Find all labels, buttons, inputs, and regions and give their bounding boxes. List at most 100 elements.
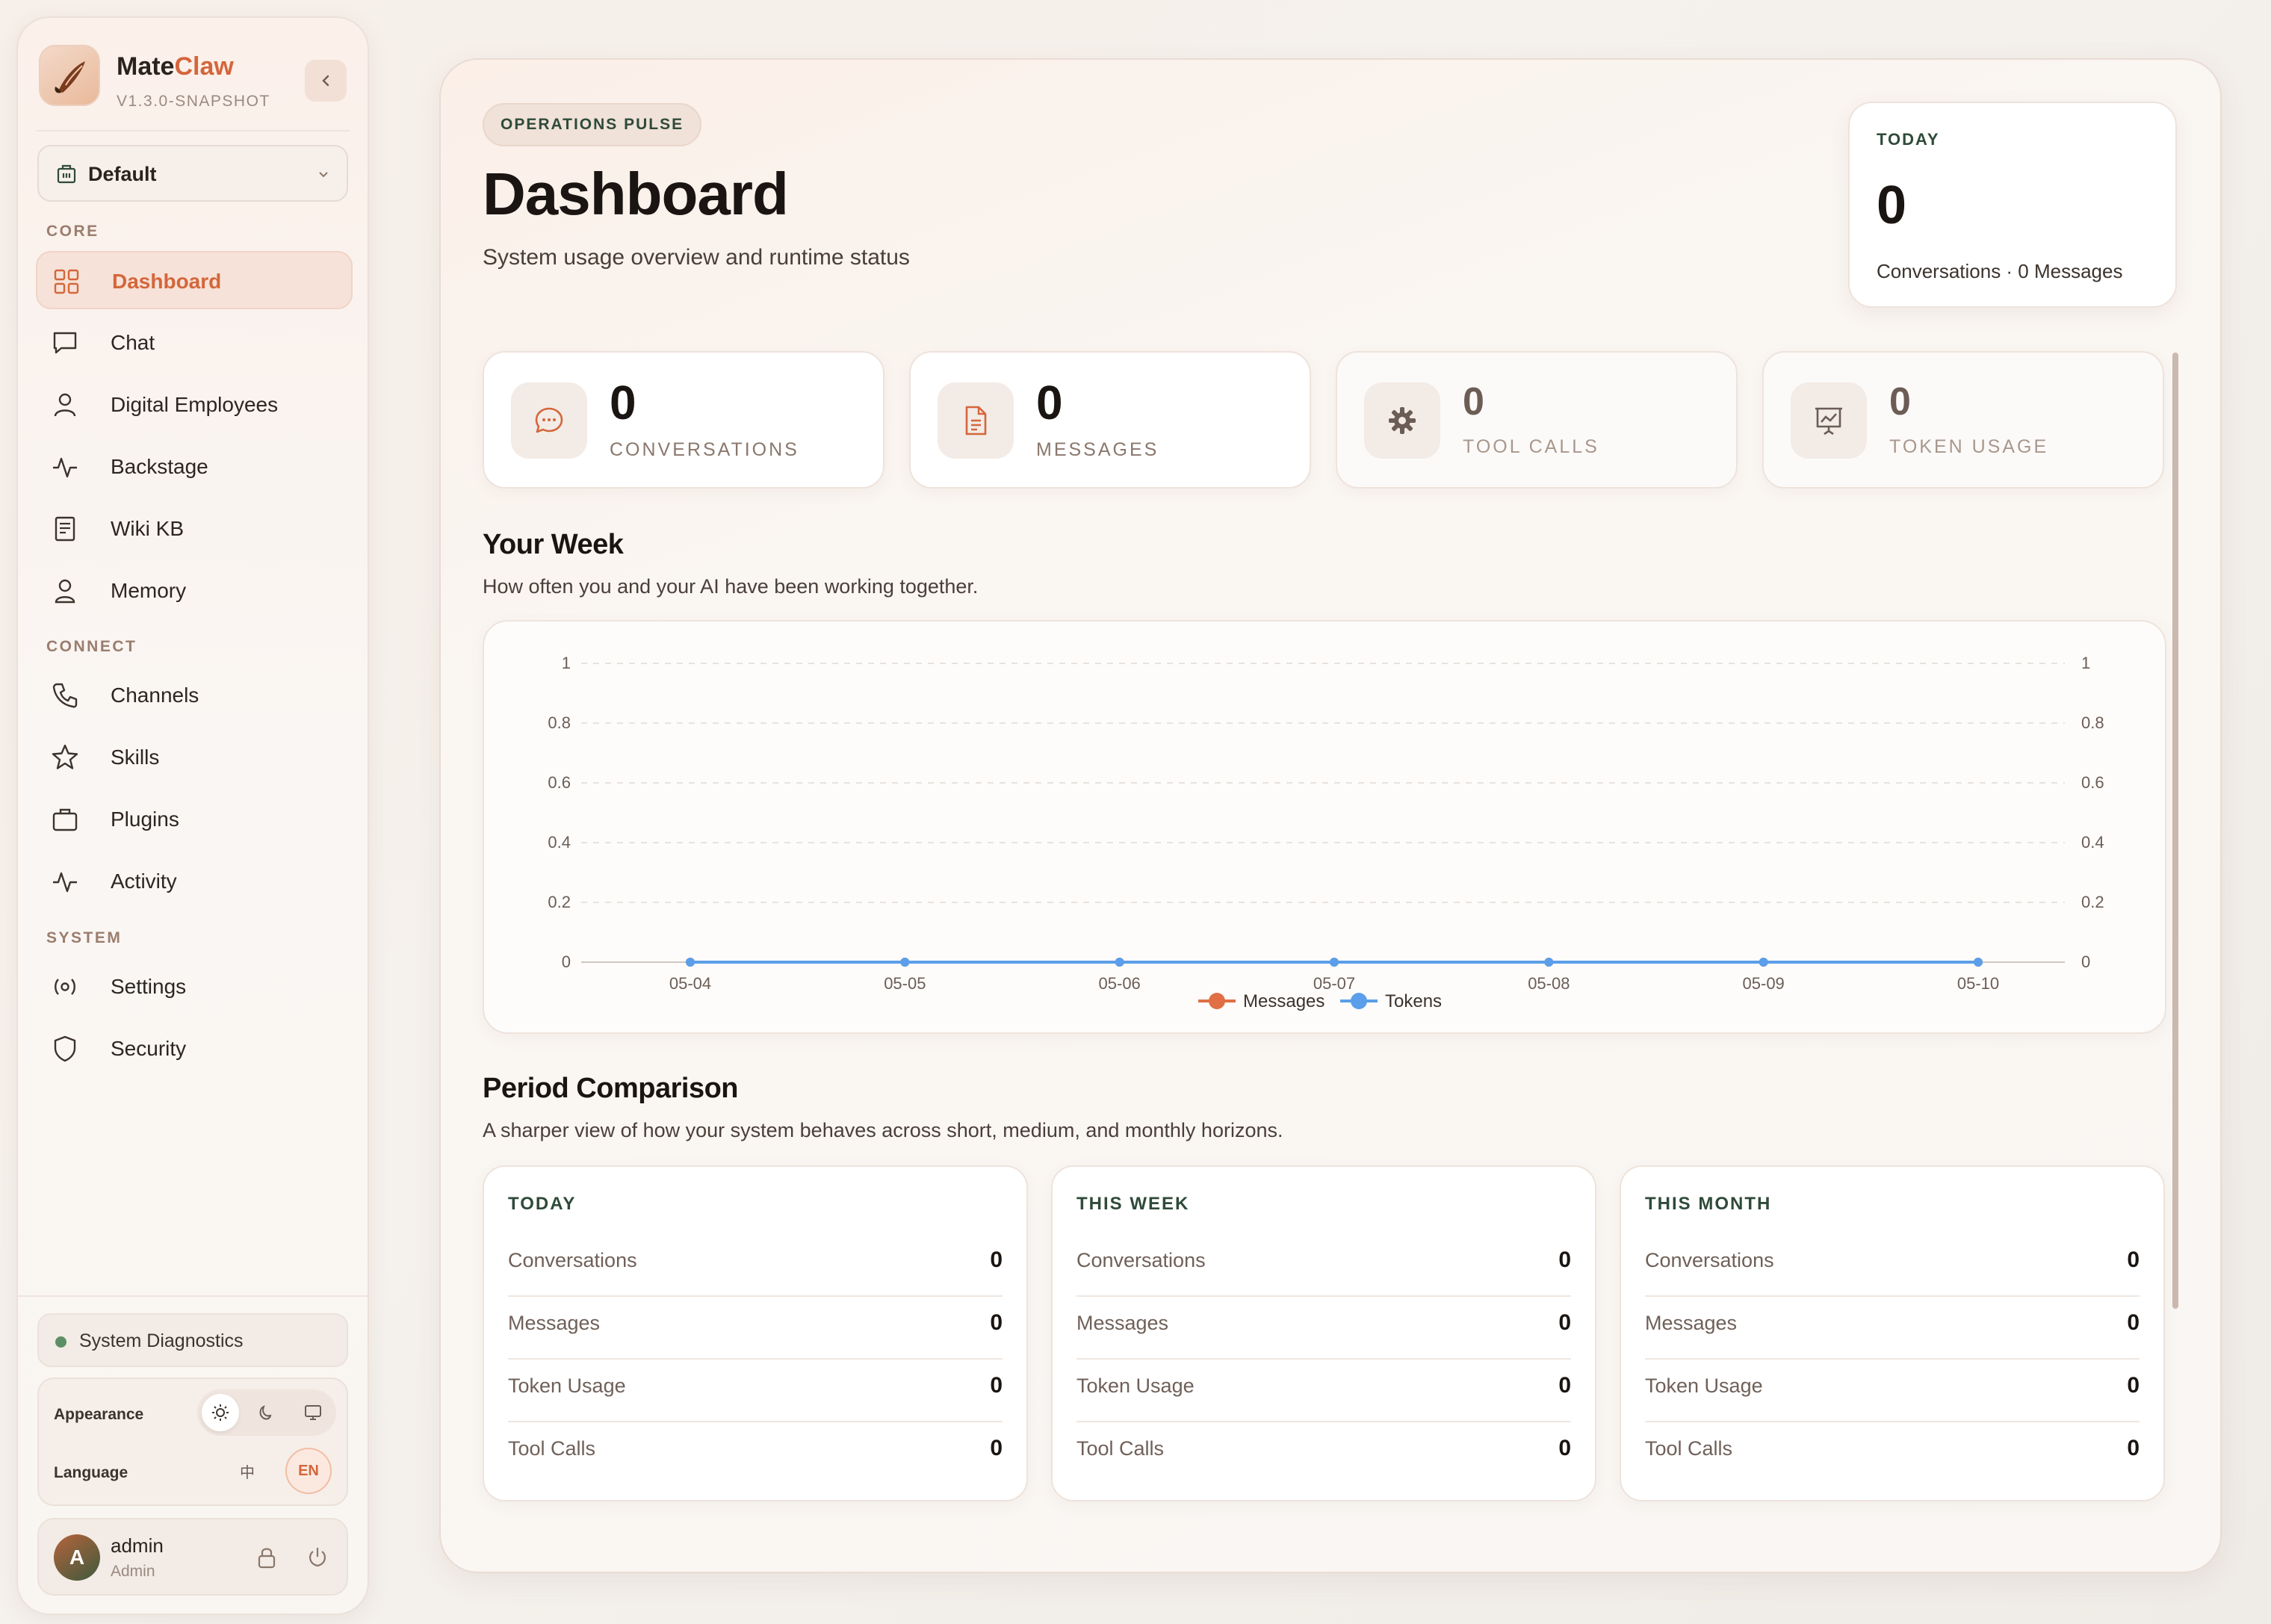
period-card-title: TODAY <box>508 1194 577 1214</box>
workspace-label: Default <box>88 163 157 185</box>
pulse-icon <box>53 457 77 478</box>
period-row: Messages 0 <box>508 1297 1003 1360</box>
sidebar-item-dashboard[interactable]: Dashboard <box>36 251 353 309</box>
grid-icon <box>54 269 79 294</box>
user-name: admin <box>111 1534 164 1557</box>
period-row: Tool Calls 0 <box>1645 1422 2140 1485</box>
status-dot <box>55 1336 66 1348</box>
chat-icon <box>53 332 77 354</box>
week-title: Your Week <box>483 529 624 560</box>
sidebar-item-settings[interactable]: Settings <box>36 958 353 1016</box>
period-title: Period Comparison <box>483 1073 739 1104</box>
y-tick-label-right: 0.8 <box>2081 713 2104 732</box>
workspace-select[interactable]: Default <box>37 145 348 202</box>
period-row-label: Conversations <box>1076 1249 1206 1271</box>
sidebar: MateClaw V1.3.0-SNAPSHOT Default CORE Da… <box>16 16 369 1615</box>
data-point-tokens <box>1974 958 1983 967</box>
memory-user-icon <box>55 579 75 604</box>
period-row-label: Token Usage <box>508 1374 626 1397</box>
sidebar-item-wiki-kb[interactable]: Wiki KB <box>36 500 353 558</box>
section-label-core: CORE <box>46 223 99 240</box>
theme-light-button[interactable] <box>202 1394 239 1431</box>
y-tick-label-right: 1 <box>2081 654 2090 672</box>
period-row-label: Tool Calls <box>1645 1437 1733 1460</box>
period-row-value: 0 <box>990 1373 1003 1398</box>
stat-value: 0 <box>1036 376 1063 430</box>
period-row-value: 0 <box>1558 1248 1571 1272</box>
book-icon <box>55 516 75 542</box>
avatar[interactable]: A <box>54 1534 100 1581</box>
chat-bubble-icon <box>511 382 587 459</box>
appearance-toggle-group <box>197 1389 336 1436</box>
period-row: Token Usage 0 <box>1645 1360 2140 1422</box>
briefcase-icon <box>52 808 78 831</box>
brand-version: V1.3.0-SNAPSHOT <box>117 93 270 110</box>
stat-label: CONVERSATIONS <box>610 439 799 460</box>
collapse-sidebar-button[interactable] <box>305 60 347 102</box>
data-point-tokens <box>1544 958 1554 967</box>
page-title: Dashboard <box>483 161 789 227</box>
sidebar-item-security[interactable]: Security <box>36 1020 353 1078</box>
system-diagnostics-button[interactable]: System Diagnostics <box>37 1313 348 1367</box>
language-zh-button[interactable]: 中 <box>229 1452 266 1490</box>
star-icon <box>52 744 78 769</box>
monitor-icon <box>305 1405 321 1420</box>
stat-value: 0 <box>1889 380 1911 424</box>
lock-icon[interactable] <box>254 1545 279 1570</box>
data-point-tokens <box>1115 958 1124 967</box>
period-row: Conversations 0 <box>1645 1234 2140 1297</box>
period-card-this-month: THIS MONTH Conversations 0 Messages 0 Toke… <box>1620 1165 2165 1501</box>
sidebar-item-chat[interactable]: Chat <box>36 314 353 372</box>
power-icon[interactable] <box>305 1545 330 1570</box>
stat-value: 0 <box>610 376 636 430</box>
page-subtitle: System usage overview and runtime status <box>483 245 910 270</box>
today-summary-card: TODAY 0 Conversations · 0 Messages <box>1848 102 2177 308</box>
divider <box>18 1295 368 1297</box>
theme-dark-button[interactable] <box>248 1394 285 1431</box>
language-en-button[interactable]: EN <box>285 1448 332 1494</box>
period-row-label: Tool Calls <box>508 1437 596 1460</box>
period-card-this-week: THIS WEEK Conversations 0 Messages 0 Token… <box>1051 1165 1596 1501</box>
y-tick-label-left: 0.6 <box>548 773 571 792</box>
scrollbar[interactable] <box>2172 353 2178 1309</box>
sidebar-item-plugins[interactable]: Plugins <box>36 790 353 849</box>
x-tick-label: 05-09 <box>1743 974 1785 993</box>
period-row-label: Conversations <box>1645 1249 1774 1271</box>
presentation-chart-icon <box>1791 382 1867 459</box>
phone-icon <box>52 683 78 708</box>
shield-icon <box>54 1035 76 1062</box>
data-point-tokens <box>900 958 910 967</box>
today-label: TODAY <box>1877 130 1940 149</box>
language-label: Language <box>54 1464 128 1481</box>
sidebar-item-label: Backstage <box>111 455 208 478</box>
sidebar-item-digital-employees[interactable]: Digital Employees <box>36 376 353 434</box>
weekly-chart-svg: 0 0 0.2 0.2 0.4 0.4 0.6 0.6 0.8 0.8 1 1 05-04 05-05 05… <box>548 654 2104 1011</box>
stat-label: MESSAGES <box>1036 439 1159 460</box>
stat-card-tool-calls: 0 TOOL CALLS <box>1336 351 1738 489</box>
x-tick-label: 05-06 <box>1099 974 1141 993</box>
sidebar-item-label: Chat <box>111 331 155 354</box>
x-tick-label: 05-07 <box>1313 974 1355 993</box>
period-row-value: 0 <box>1558 1436 1571 1460</box>
settings-icon <box>55 979 75 995</box>
brand-name: MateClaw <box>117 52 234 81</box>
period-row-value: 0 <box>1558 1310 1571 1335</box>
sun-icon <box>212 1404 229 1421</box>
y-tick-label-left: 0.2 <box>548 893 571 911</box>
theme-system-button[interactable] <box>294 1394 332 1431</box>
period-row: Token Usage 0 <box>508 1360 1003 1422</box>
x-tick-label: 05-10 <box>1957 974 1999 993</box>
sidebar-item-memory[interactable]: Memory <box>36 562 353 620</box>
sidebar-item-label: Security <box>111 1037 187 1060</box>
period-row: Messages 0 <box>1076 1297 1571 1360</box>
chevron-left-icon <box>322 75 329 87</box>
sidebar-item-skills[interactable]: Skills <box>36 728 353 787</box>
sidebar-item-channels[interactable]: Channels <box>36 666 353 725</box>
period-row: Conversations 0 <box>508 1234 1003 1297</box>
sidebar-item-activity[interactable]: Activity <box>36 852 353 911</box>
y-tick-label-left: 0.4 <box>548 833 571 852</box>
period-row-label: Messages <box>508 1312 601 1334</box>
y-tick-label-right: 0.4 <box>2081 833 2104 852</box>
section-label-connect: CONNECT <box>46 638 137 655</box>
sidebar-item-backstage[interactable]: Backstage <box>36 438 353 496</box>
